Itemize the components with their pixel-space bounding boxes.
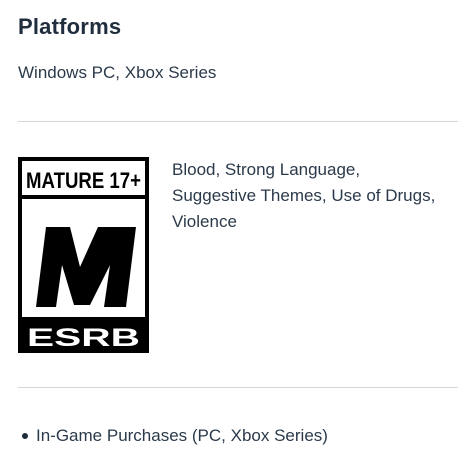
list-item: In-Game Purchases (PC, Xbox Series)	[18, 425, 328, 447]
interactive-elements-list: In-Game Purchases (PC, Xbox Series)	[18, 425, 328, 447]
platforms-heading: Platforms	[18, 14, 122, 39]
content-descriptors: Blood, Strong Language, Suggestive Theme…	[172, 157, 462, 235]
interactive-element-label: In-Game Purchases (PC, Xbox Series)	[36, 426, 328, 445]
descriptor-line: Suggestive Themes, Use of Drugs,	[172, 186, 436, 205]
game-details-panel: Platforms Windows PC, Xbox Series MATURE…	[0, 0, 474, 467]
descriptor-line: Blood, Strong Language,	[172, 160, 361, 179]
esrb-mature-rating-icon: MATURE 17+ ESRB	[18, 157, 149, 353]
platforms-list: Windows PC, Xbox Series	[18, 63, 217, 82]
section-divider	[18, 121, 458, 122]
badge-esrb-label: ESRB	[27, 324, 140, 352]
badge-age-label: MATURE 17+	[26, 168, 141, 193]
section-divider	[18, 387, 458, 388]
descriptor-line: Violence	[172, 212, 237, 231]
bullet-icon	[22, 433, 28, 439]
